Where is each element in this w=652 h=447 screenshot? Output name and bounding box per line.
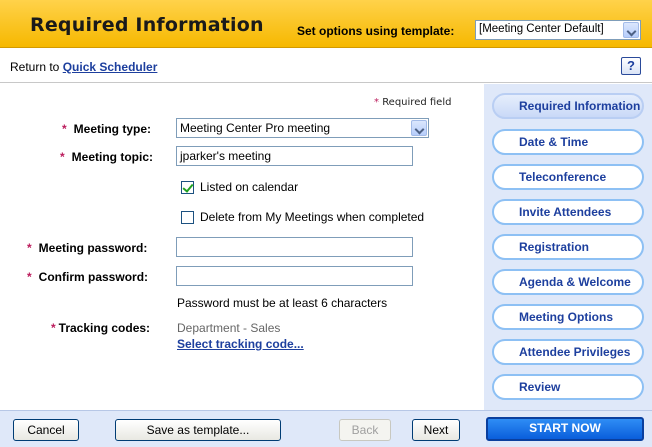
cancel-button[interactable]: Cancel [13,419,79,441]
start-now-button[interactable]: START NOW [486,417,644,441]
tab-registration[interactable]: Registration [492,234,644,260]
tracking-codes-label: * Tracking codes: [51,321,150,335]
meeting-type-label: * Meeting type: [62,122,151,136]
return-prefix: Return to [10,60,60,74]
meeting-topic-label: * Meeting topic: [60,150,153,164]
tab-required-information[interactable]: Required Information [492,93,644,119]
meeting-password-label: * Meeting password: [27,241,147,255]
meeting-topic-value: jparker's meeting [180,149,271,163]
tab-teleconference[interactable]: Teleconference [492,164,644,190]
tab-meeting-options[interactable]: Meeting Options [492,304,644,330]
required-star: * [27,270,32,284]
listed-on-calendar-label: Listed on calendar [200,180,299,194]
template-select[interactable]: [Meeting Center Default] [475,20,641,40]
required-field-text: Required field [382,97,452,108]
required-star: * [27,241,32,255]
tab-review[interactable]: Review [492,374,644,400]
tab-attendee-privileges[interactable]: Attendee Privileges [492,339,644,365]
chevron-down-icon[interactable] [411,120,427,136]
select-tracking-code-link[interactable]: Select tracking code... [177,337,304,351]
quick-scheduler-link[interactable]: Quick Scheduler [63,60,158,74]
meeting-password-input[interactable] [176,237,413,257]
template-select-value: [Meeting Center Default] [479,23,604,35]
page-header: Required Information Set options using t… [0,0,652,48]
meeting-type-label-text: Meeting type: [73,122,152,136]
save-as-template-button[interactable]: Save as template... [115,419,281,441]
required-star: * [51,321,56,335]
tab-agenda-welcome[interactable]: Agenda & Welcome [492,269,644,295]
meeting-password-label-text: Meeting password: [38,241,148,255]
confirm-password-label-text: Confirm password: [38,270,149,284]
tab-date-time[interactable]: Date & Time [492,129,644,155]
return-text: Return to Quick Scheduler [10,60,157,74]
template-label: Set options using template: [297,24,455,38]
help-button[interactable]: ? [621,57,641,75]
back-button[interactable]: Back [339,419,391,441]
page-title: Required Information [30,14,264,36]
required-star: * [60,150,65,164]
chevron-down-icon[interactable] [623,22,639,38]
meeting-type-select[interactable]: Meeting Center Pro meeting [176,118,429,138]
listed-on-calendar-checkbox[interactable] [181,181,194,194]
password-hint: Password must be at least 6 characters [177,296,388,310]
return-bar: Return to Quick Scheduler ? [0,49,652,83]
meeting-type-value: Meeting Center Pro meeting [180,121,331,135]
required-star: * [374,97,379,108]
meeting-topic-label-text: Meeting topic: [71,150,153,164]
required-field-note: * Required field [374,97,451,108]
confirm-password-label: * Confirm password: [27,270,148,284]
meeting-topic-input[interactable]: jparker's meeting [176,146,413,166]
delete-when-completed-label: Delete from My Meetings when completed [200,210,425,224]
confirm-password-input[interactable] [176,266,413,286]
delete-when-completed-checkbox[interactable] [181,211,194,224]
tracking-code-value: Department - Sales [177,321,281,335]
tracking-codes-label-text: Tracking codes: [58,321,151,335]
next-button[interactable]: Next [412,419,460,441]
required-star: * [62,122,67,136]
tab-invite-attendees[interactable]: Invite Attendees [492,199,644,225]
